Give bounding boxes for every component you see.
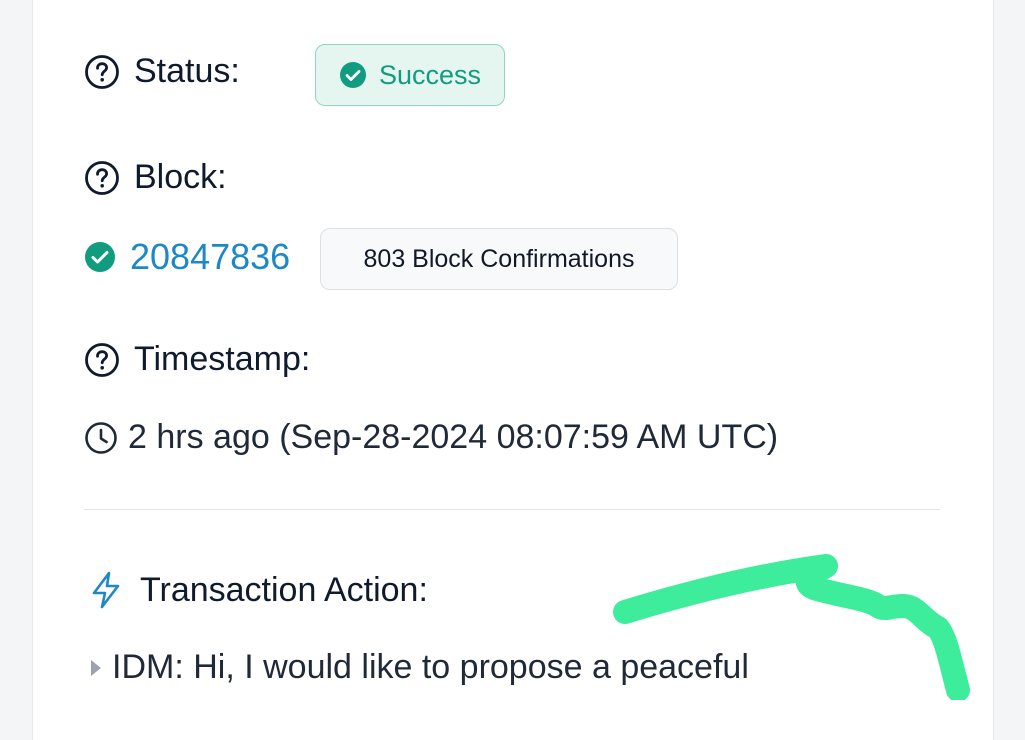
- help-circle-icon[interactable]: [84, 160, 120, 196]
- timestamp-value: 2 hrs ago (Sep-28-2024 08:07:59 AM UTC): [128, 418, 779, 456]
- status-value: Success: [378, 59, 482, 90]
- clock-icon: [85, 421, 117, 454]
- lightning-bolt-icon: [92, 571, 120, 609]
- status-badge: Success: [315, 44, 505, 106]
- help-circle-icon[interactable]: [84, 342, 120, 378]
- transaction-action-header: Transaction Action:: [88, 570, 428, 610]
- block-value-row: 20847836: [84, 236, 290, 278]
- caret-right-icon: [91, 659, 101, 676]
- timestamp-label-row: Timestamp:: [84, 340, 310, 379]
- timestamp-value-row: 2 hrs ago (Sep-28-2024 08:07:59 AM UTC): [84, 418, 778, 457]
- help-circle-icon[interactable]: [84, 54, 120, 90]
- transaction-action-title: Transaction Action:: [140, 570, 428, 609]
- transaction-action-message: IDM: Hi, I would like to propose a peace…: [112, 648, 749, 686]
- section-divider: [84, 509, 940, 510]
- block-label: Block:: [134, 158, 227, 196]
- status-label-row: Status:: [84, 52, 240, 91]
- block-confirmations-badge: 803 Block Confirmations: [320, 228, 678, 290]
- status-label: Status:: [134, 52, 240, 90]
- block-number-link[interactable]: 20847836: [130, 236, 290, 278]
- timestamp-label: Timestamp:: [134, 340, 311, 378]
- transaction-action-message-row: IDM: Hi, I would like to propose a peace…: [88, 648, 749, 687]
- check-circle-icon: [85, 242, 115, 272]
- block-label-row: Block:: [84, 158, 227, 197]
- check-circle-icon: [339, 62, 366, 88]
